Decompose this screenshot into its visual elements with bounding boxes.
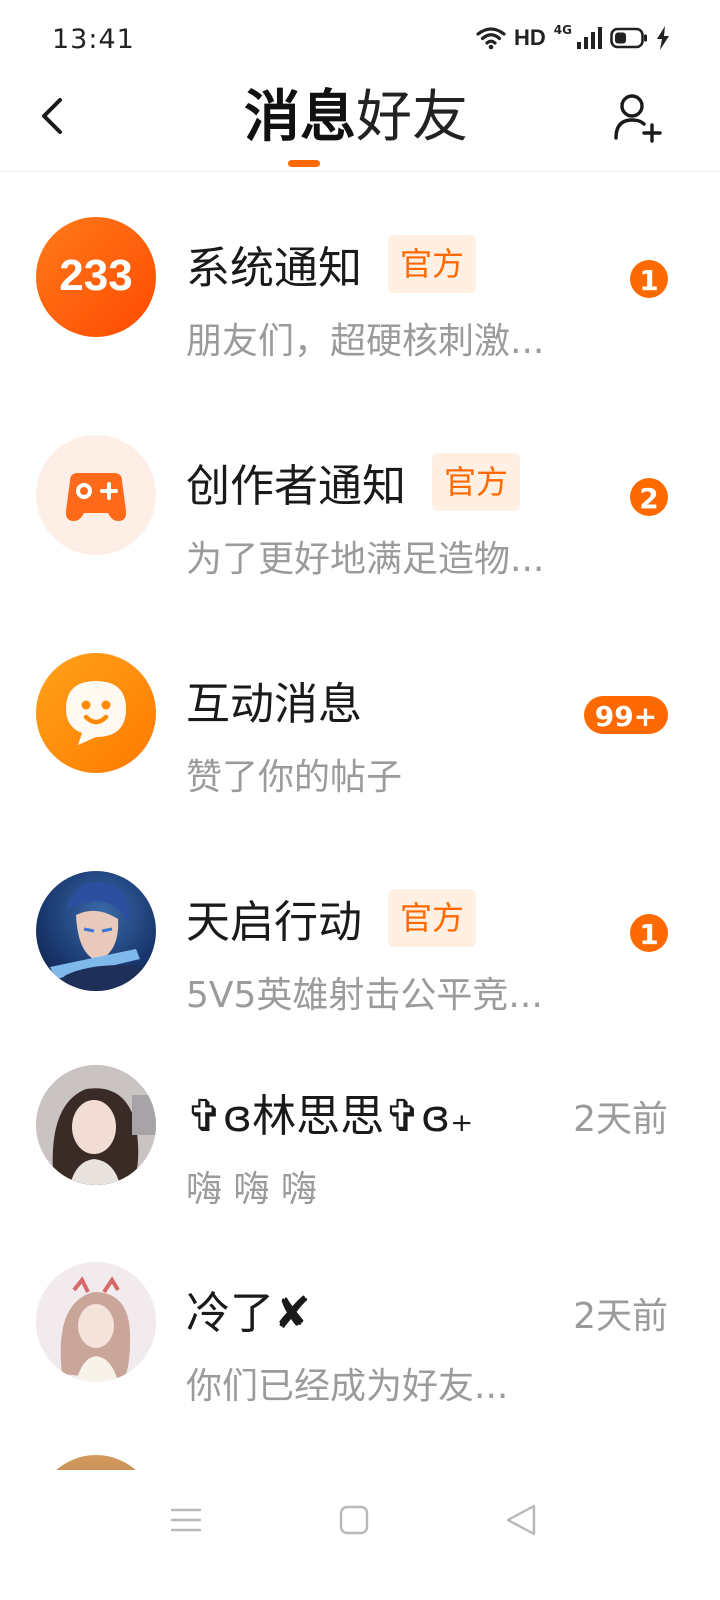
header: 消息 好友 — [0, 80, 720, 172]
name-line: 互动消息 — [186, 670, 362, 730]
conversation-preview: 5V5英雄射击公平竞... — [186, 975, 543, 1016]
home-button[interactable] — [334, 1500, 374, 1540]
signal-icon — [577, 27, 602, 49]
charging-icon — [657, 26, 669, 50]
conversation-preview: 朋友们，超硬核刺激... — [186, 321, 545, 362]
unread-badge: 1 — [630, 260, 668, 298]
tab-friends[interactable]: 好友 — [356, 80, 468, 156]
user-photo-avatar — [36, 1065, 156, 1185]
official-badge: 官方 — [432, 453, 521, 511]
menu-icon — [170, 1508, 202, 1532]
user-photo-avatar — [36, 1262, 156, 1382]
gamepad-icon — [65, 473, 127, 521]
unread-badge: 2 — [630, 478, 668, 516]
tab-bar: 消息 好友 — [244, 80, 468, 172]
name-line: 创作者通知 官方 — [186, 452, 521, 512]
conversation-preview: 赞了你的帖子 — [186, 757, 403, 798]
avatar — [36, 871, 156, 991]
chevron-left-icon — [42, 98, 62, 134]
avatar — [36, 435, 156, 555]
back-triangle-icon — [506, 1504, 536, 1536]
wifi-icon — [476, 27, 506, 50]
conversation-item[interactable]: ✞ɞ林思思✞ɞ₊ 嗨 嗨 嗨 2天前 — [0, 1062, 720, 1262]
game-hero-avatar — [46, 882, 156, 991]
avatar — [36, 1262, 156, 1382]
conversation-name: 冷了✘ — [186, 1288, 311, 1339]
unread-badge: 1 — [630, 914, 668, 952]
name-line: 冷了✘ — [186, 1279, 311, 1339]
back-nav-button[interactable] — [502, 1500, 542, 1540]
tab-messages-label: 消息 — [244, 85, 356, 150]
official-badge: 官方 — [388, 889, 477, 947]
conversation-preview: 嗨 嗨 嗨 — [186, 1169, 317, 1210]
233-logo-icon: 233 — [59, 251, 132, 300]
add-friend-icon — [614, 94, 662, 143]
conversation-time: 2天前 — [573, 1296, 668, 1337]
conversation-name: ✞ɞ林思思✞ɞ₊ — [186, 1091, 474, 1142]
avatar-text: 233 — [59, 251, 132, 300]
conversation-name: 互动消息 — [186, 679, 362, 730]
conversation-item[interactable]: 互动消息 赞了你的帖子 99+ — [0, 648, 720, 848]
tab-messages[interactable]: 消息 — [244, 80, 356, 167]
avatar — [36, 1065, 156, 1185]
conversation-item[interactable]: 创作者通知 官方 为了更好地满足造物... 2 — [0, 430, 720, 630]
hd-indicator: HD — [514, 25, 546, 50]
tab-friends-label: 好友 — [356, 85, 468, 150]
conversation-preview: 为了更好地满足造物... — [186, 539, 545, 580]
status-time: 13:41 — [52, 24, 135, 55]
system-nav-bar — [0, 1470, 720, 1600]
menu-button[interactable] — [166, 1500, 206, 1540]
official-badge: 官方 — [388, 235, 477, 293]
avatar — [36, 653, 156, 773]
conversation-item[interactable]: 冷了✘ 你们已经成为好友... 2天前 — [0, 1259, 720, 1459]
conversation-name: 系统通知 — [186, 243, 362, 294]
conversation-preview: 你们已经成为好友... — [186, 1366, 509, 1407]
conversation-name: 天启行动 — [186, 897, 362, 948]
name-line: 系统通知 官方 — [186, 234, 477, 294]
conversation-time: 2天前 — [573, 1099, 668, 1140]
smile-chat-icon — [66, 681, 126, 745]
back-button[interactable] — [30, 92, 78, 140]
battery-icon — [610, 27, 647, 49]
home-square-icon — [339, 1505, 369, 1535]
name-line: 天启行动 官方 — [186, 888, 477, 948]
conversation-item[interactable]: 233 系统通知 官方 朋友们，超硬核刺激... 1 — [0, 212, 720, 412]
name-line: ✞ɞ林思思✞ɞ₊ — [186, 1082, 473, 1142]
unread-badge: 99+ — [584, 696, 668, 734]
network-type: 4G — [553, 23, 572, 37]
status-icons: HD 4G — [476, 23, 670, 51]
conversation-item[interactable]: 天启行动 官方 5V5英雄射击公平竞... 1 — [0, 866, 720, 1066]
conversation-name: 创作者通知 — [186, 461, 406, 512]
tab-indicator — [288, 160, 320, 167]
conversation-list: 233 系统通知 官方 朋友们，超硬核刺激... 1 创作者通知 官方 为了更好… — [0, 172, 720, 1472]
avatar: 233 — [36, 217, 156, 337]
status-bar: 13:41 HD 4G — [0, 0, 720, 80]
add-friend-button[interactable] — [612, 92, 664, 144]
